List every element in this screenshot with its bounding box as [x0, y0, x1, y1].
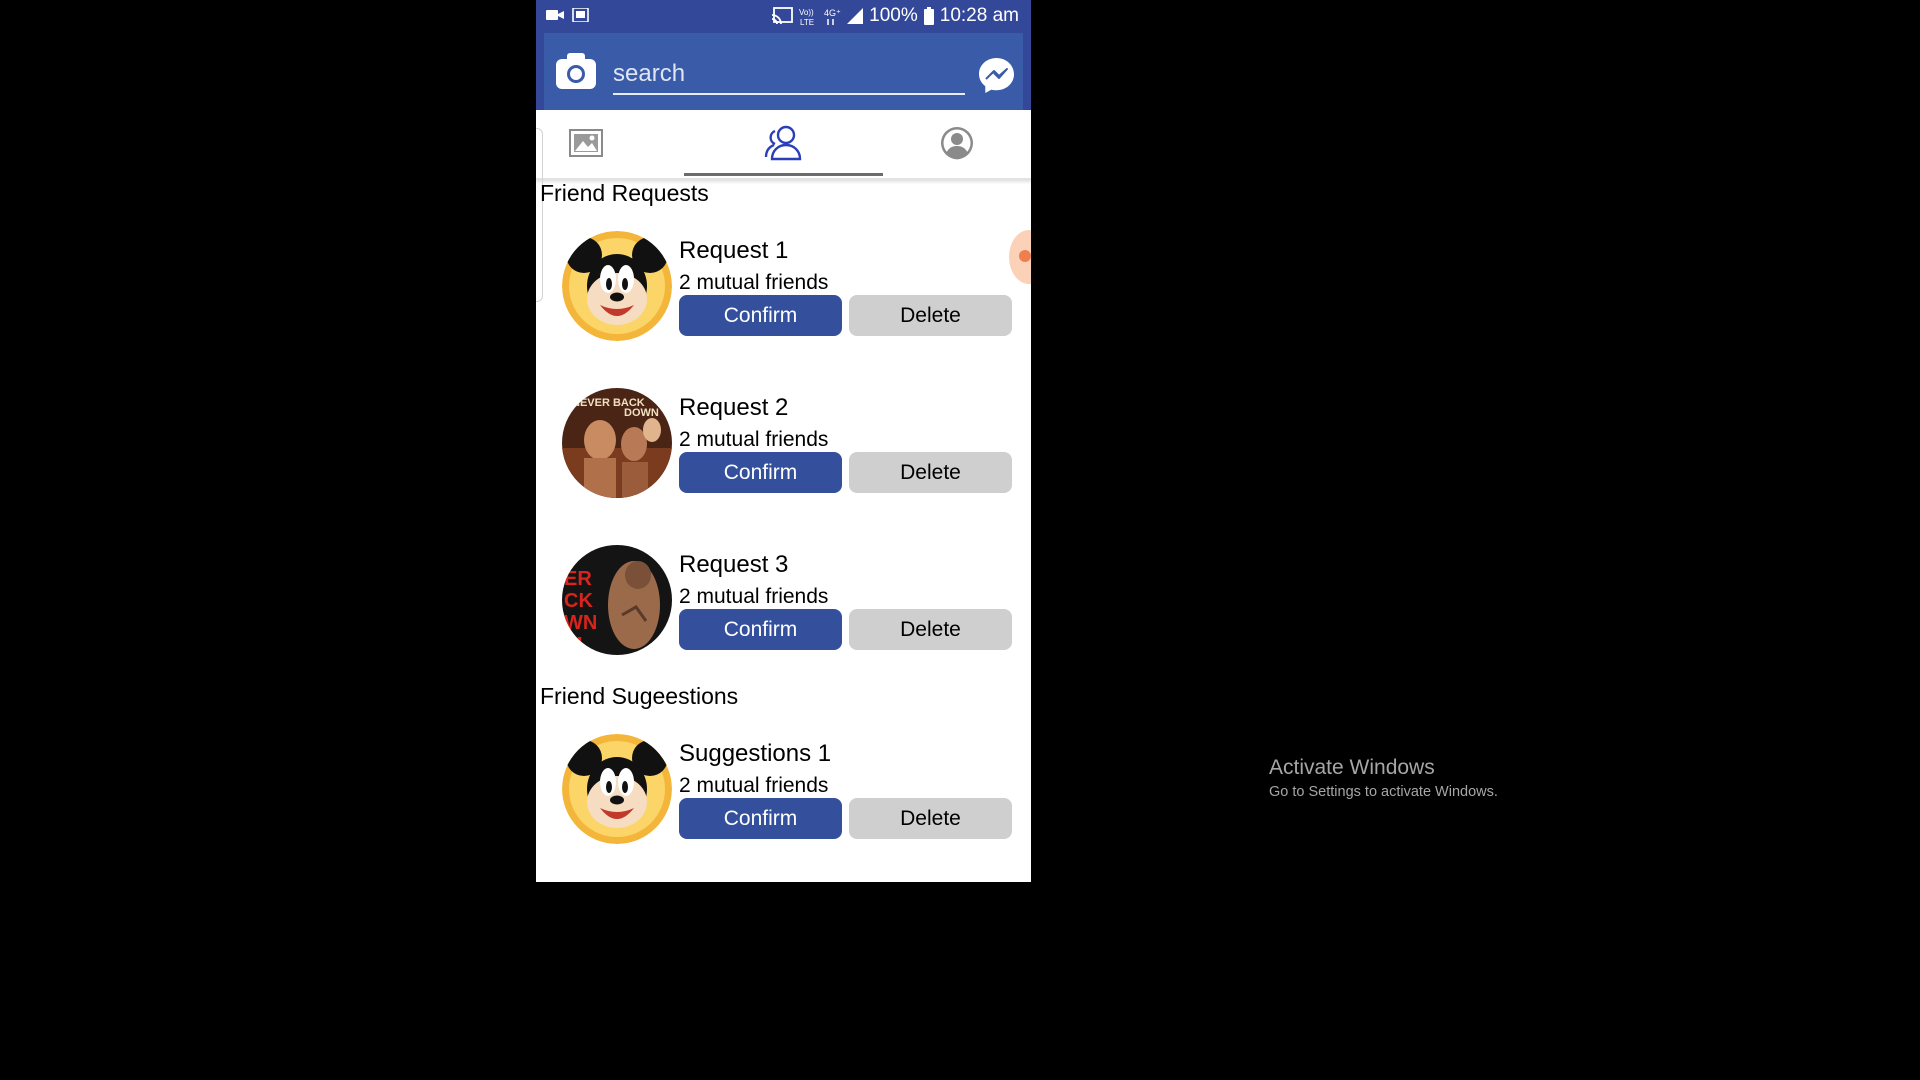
mutual-friends: 2 mutual friends	[679, 585, 829, 608]
battery-percent: 100%	[869, 5, 918, 26]
app-header	[536, 33, 1031, 110]
svg-text:WN: WN	[564, 612, 597, 634]
mutual-friends: 2 mutual friends	[679, 774, 829, 797]
screenshot-icon	[572, 8, 589, 22]
volte-icon: Vo))LTE	[799, 8, 814, 26]
request-name: Request 3	[679, 551, 789, 578]
selected-tab-indicator	[684, 173, 883, 176]
confirm-button[interactable]: Confirm	[679, 452, 842, 493]
avatar: ER CK WN 4	[562, 545, 672, 655]
suggestion-name: Suggestions 1	[679, 740, 832, 767]
activate-windows-watermark: Activate Windows Go to Settings to activ…	[1269, 756, 1498, 800]
avatar	[562, 231, 672, 341]
signal-icon	[847, 8, 864, 24]
phone-screen: Vo)) LTE 4G⁺ 100% 10:28 am search Friend…	[536, 0, 1031, 882]
cast-icon	[772, 7, 794, 25]
friend-suggestions-title: Friend Sugeestions	[540, 683, 739, 709]
messenger-icon[interactable]	[978, 57, 1015, 94]
svg-text:CK: CK	[564, 590, 593, 612]
delete-button[interactable]: Delete	[849, 798, 1012, 839]
delete-button[interactable]: Delete	[849, 452, 1012, 493]
request-name: Request 2	[679, 394, 789, 421]
friends-icon	[764, 125, 802, 161]
status-bar: Vo)) LTE 4G⁺ 100% 10:28 am	[536, 0, 1031, 33]
video-icon	[546, 10, 564, 20]
tab-friends[interactable]	[684, 110, 882, 176]
svg-text:LTE: LTE	[800, 18, 814, 26]
list-item: NEVER BACK DOWN Request 2 2 mutual frien…	[536, 388, 1031, 508]
confirm-button[interactable]: Confirm	[679, 609, 842, 650]
svg-text:Vo)): Vo))	[799, 8, 814, 17]
tab-photos[interactable]	[536, 110, 636, 176]
tab-bar	[536, 110, 1031, 180]
confirm-button[interactable]: Confirm	[679, 798, 842, 839]
avatar: NEVER BACK DOWN	[562, 388, 672, 498]
svg-text:ER: ER	[564, 568, 592, 590]
avatar	[562, 734, 672, 844]
svg-text:DOWN: DOWN	[624, 407, 659, 419]
profile-icon	[940, 127, 973, 160]
confirm-button[interactable]: Confirm	[679, 295, 842, 336]
watermark-title: Activate Windows	[1269, 756, 1435, 779]
watermark-subtitle: Go to Settings to activate Windows.	[1269, 784, 1498, 800]
photo-icon	[569, 129, 603, 157]
list-item: ER CK WN 4 Request 3 2 mutual friends Co…	[536, 545, 1031, 665]
camera-icon[interactable]	[556, 53, 596, 89]
delete-button[interactable]: Delete	[849, 609, 1012, 650]
4g-icon: 4G⁺	[824, 8, 841, 25]
mutual-friends: 2 mutual friends	[679, 271, 829, 294]
clock: 10:28 am	[939, 5, 1019, 26]
battery-icon	[923, 7, 934, 25]
tab-profile[interactable]	[882, 110, 1031, 176]
svg-text:4G⁺: 4G⁺	[824, 8, 841, 18]
list-item: Request 1 2 mutual friends Confirm Delet…	[536, 231, 1031, 351]
svg-text:4: 4	[572, 634, 584, 655]
request-name: Request 1	[679, 237, 789, 264]
friend-requests-title: Friend Requests	[540, 180, 709, 206]
list-item: Suggestions 1 2 mutual friends Confirm D…	[536, 734, 1031, 854]
search-input[interactable]	[613, 55, 965, 95]
delete-button[interactable]: Delete	[849, 295, 1012, 336]
mutual-friends: 2 mutual friends	[679, 428, 829, 451]
